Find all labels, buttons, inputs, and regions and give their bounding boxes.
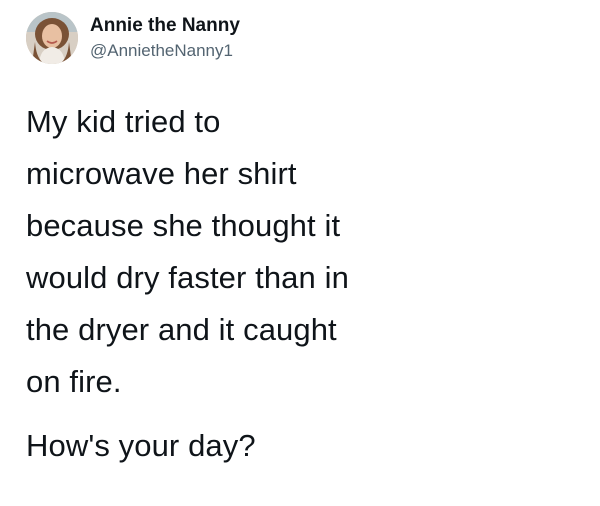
tweet-text-line: microwave her shirt xyxy=(26,156,297,191)
tweet-text-line: My kid tried to xyxy=(26,104,221,139)
tweet-card: Annie the Nanny @AnnietheNanny1 My kid t… xyxy=(0,0,600,506)
user-handle[interactable]: @AnnietheNanny1 xyxy=(90,40,240,62)
tweet-text-line: the dryer and it caught xyxy=(26,312,337,347)
tweet-followup-line: How's your day? xyxy=(26,428,256,463)
avatar[interactable] xyxy=(26,12,78,64)
tweet-text-line: on fire. xyxy=(26,364,122,399)
display-name[interactable]: Annie the Nanny xyxy=(90,14,240,38)
tweet-text-line: because she thought it xyxy=(26,208,341,243)
tweet-header: Annie the Nanny @AnnietheNanny1 xyxy=(26,10,240,66)
author-names: Annie the Nanny @AnnietheNanny1 xyxy=(90,14,240,62)
tweet-text: My kid tried to microwave her shirt beca… xyxy=(26,96,566,472)
profile-photo-icon xyxy=(26,12,78,64)
tweet-text-line: would dry faster than in xyxy=(26,260,349,295)
